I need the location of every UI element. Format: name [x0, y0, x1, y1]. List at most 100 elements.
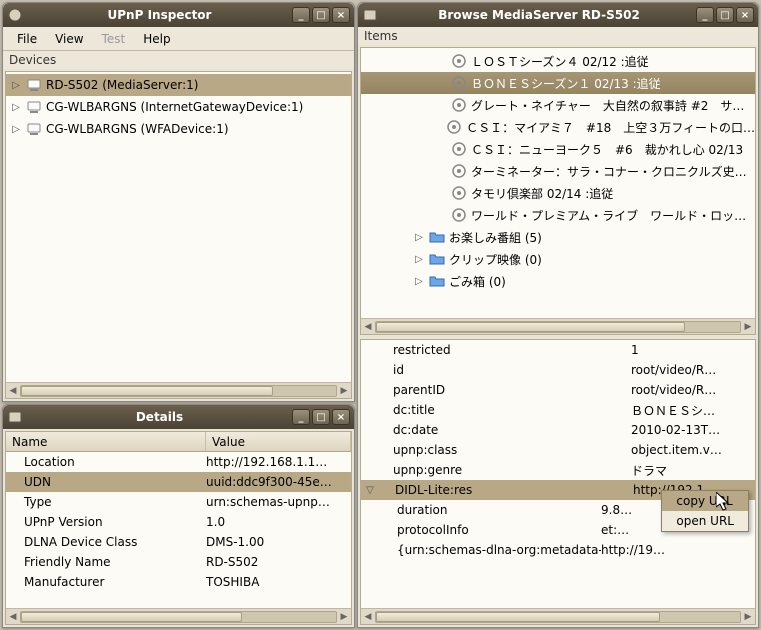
- close-button[interactable]: ×: [332, 7, 350, 23]
- folder-icon: [429, 251, 445, 267]
- context-open-url[interactable]: open URL: [662, 511, 748, 531]
- item-label: グレート・ネイチャー 大自然の叙事詩 #2 サ…: [471, 97, 744, 114]
- props-hscroll[interactable]: ◀ ▶: [361, 608, 755, 624]
- device-row[interactable]: ▷ CG-WLBARGNS (WFADevice:1): [6, 118, 351, 140]
- devices-tree[interactable]: ▷RD-S502 (MediaServer:1)▷CG-WLBARGNS (In…: [5, 71, 352, 399]
- item-row[interactable]: ＣＳＩ：ニューヨーク５ #6 裁かれし心 02/13: [361, 138, 755, 160]
- details-value: urn:schemas-upnp…: [206, 495, 330, 509]
- property-value: root/video/R…: [631, 363, 716, 377]
- item-label: ＣＳＩ：ニューヨーク５ #6 裁かれし心 02/13: [471, 141, 743, 158]
- devices-hscroll[interactable]: ◀ ▶: [6, 382, 351, 398]
- details-value: http://192.168.1.1…: [206, 455, 327, 469]
- item-label: ＢＯＮＥＳシーズン１ 02/13 :追従: [471, 75, 661, 92]
- device-label: CG-WLBARGNS (InternetGatewayDevice:1): [46, 100, 303, 114]
- item-row[interactable]: ＣＳＩ：マイアミ７ #18 上空３万フィートの口…: [361, 116, 755, 138]
- details-row[interactable]: UPnP Version1.0: [6, 512, 351, 532]
- details-key: Type: [6, 495, 206, 509]
- scroll-left-icon[interactable]: ◀: [361, 610, 375, 624]
- property-row[interactable]: parentIDroot/video/R…: [361, 380, 755, 400]
- inspector-title: UPnP Inspector: [27, 8, 292, 22]
- expander-icon[interactable]: ▷: [413, 254, 425, 265]
- item-label: ターミネーター：サラ・コナー・クロニクルズ史…: [471, 163, 747, 180]
- close-button[interactable]: ×: [736, 7, 754, 23]
- item-row[interactable]: ターミネーター：サラ・コナー・クロニクルズ史…: [361, 160, 755, 182]
- details-value: RD-S502: [206, 555, 258, 569]
- details-row[interactable]: Friendly NameRD-S502: [6, 552, 351, 572]
- property-row[interactable]: {urn:schemas-dlna-org:metadata-1-0/}ifoF…: [361, 540, 755, 560]
- browse-title: Browse MediaServer RD-S502: [382, 8, 696, 22]
- device-row[interactable]: ▷ CG-WLBARGNS (InternetGatewayDevice:1): [6, 96, 351, 118]
- details-titlebar[interactable]: Details _ □ ×: [3, 405, 354, 429]
- maximize-button[interactable]: □: [716, 7, 734, 23]
- property-row[interactable]: upnp:classobject.item.v…: [361, 440, 755, 460]
- scroll-right-icon[interactable]: ▶: [337, 384, 351, 398]
- menu-view[interactable]: View: [47, 30, 91, 48]
- expander-icon[interactable]: ▷: [10, 102, 22, 113]
- folder-row[interactable]: ▷クリップ映像 (0): [361, 248, 755, 270]
- expander-icon[interactable]: ▷: [10, 124, 22, 135]
- details-columns[interactable]: Name Value: [6, 432, 351, 452]
- maximize-button[interactable]: □: [312, 7, 330, 23]
- item-label: ＬＯＳＴシーズン４ 02/12 :追従: [471, 53, 649, 70]
- item-row[interactable]: タモリ倶楽部 02/14 :追従: [361, 182, 755, 204]
- expander-icon[interactable]: ▷: [10, 80, 22, 91]
- maximize-button[interactable]: □: [312, 409, 330, 425]
- menu-test[interactable]: Test: [94, 30, 134, 48]
- details-table[interactable]: Name Value Locationhttp://192.168.1.1…UD…: [5, 431, 352, 625]
- scroll-right-icon[interactable]: ▶: [741, 320, 755, 334]
- item-label: ワールド・プレミアム・ライブ ワールド・ロッ…: [471, 207, 746, 224]
- scroll-left-icon[interactable]: ◀: [6, 610, 20, 624]
- property-value: 1: [631, 343, 639, 357]
- minimize-button[interactable]: _: [696, 7, 714, 23]
- property-row[interactable]: dc:titleＢＯＮＥＳシ…: [361, 400, 755, 420]
- item-row[interactable]: ＬＯＳＴシーズン４ 02/12 :追従: [361, 50, 755, 72]
- details-value: uuid:ddc9f300-45e…: [206, 475, 332, 489]
- property-row[interactable]: idroot/video/R…: [361, 360, 755, 380]
- item-row[interactable]: グレート・ネイチャー 大自然の叙事詩 #2 サ…: [361, 94, 755, 116]
- details-row[interactable]: ManufacturerTOSHIBA: [6, 572, 351, 592]
- folder-row[interactable]: ▷お楽しみ番組 (5): [361, 226, 755, 248]
- property-value: root/video/R…: [631, 383, 716, 397]
- property-row[interactable]: restricted1: [361, 340, 755, 360]
- details-row[interactable]: DLNA Device ClassDMS-1.00: [6, 532, 351, 552]
- property-row[interactable]: upnp:genreドラマ: [361, 460, 755, 480]
- property-value: et:…: [601, 523, 629, 537]
- property-row[interactable]: dc:date2010-02-13T…: [361, 420, 755, 440]
- scroll-left-icon[interactable]: ◀: [6, 384, 20, 398]
- details-window: Details _ □ × Name Value Locationhttp://…: [2, 404, 355, 628]
- device-label: CG-WLBARGNS (WFADevice:1): [46, 122, 229, 136]
- scroll-left-icon[interactable]: ◀: [361, 320, 375, 334]
- context-menu[interactable]: copy URL open URL: [661, 490, 749, 532]
- close-button[interactable]: ×: [332, 409, 350, 425]
- items-label: Items: [358, 27, 758, 45]
- browse-titlebar[interactable]: Browse MediaServer RD-S502 _ □ ×: [358, 3, 758, 27]
- property-value: 9.8…: [601, 503, 632, 517]
- details-row[interactable]: UDNuuid:ddc9f300-45e…: [6, 472, 351, 492]
- expander-icon[interactable]: ▷: [413, 276, 425, 287]
- item-row[interactable]: ＢＯＮＥＳシーズン１ 02/13 :追従: [361, 72, 755, 94]
- scroll-right-icon[interactable]: ▶: [337, 610, 351, 624]
- details-key: UDN: [6, 475, 206, 489]
- items-tree[interactable]: ＬＯＳＴシーズン４ 02/12 :追従 ＢＯＮＥＳシーズン１ 02/13 :追従グ…: [360, 47, 756, 335]
- item-row[interactable]: ワールド・プレミアム・ライブ ワールド・ロッ…: [361, 204, 755, 226]
- device-row[interactable]: ▷RD-S502 (MediaServer:1): [6, 74, 351, 96]
- device-icon: [26, 99, 42, 115]
- details-row[interactable]: Locationhttp://192.168.1.1…: [6, 452, 351, 472]
- col-name[interactable]: Name: [6, 432, 206, 451]
- minimize-button[interactable]: _: [292, 7, 310, 23]
- menu-help[interactable]: Help: [135, 30, 178, 48]
- expander-icon[interactable]: ▽: [363, 485, 377, 496]
- scroll-right-icon[interactable]: ▶: [741, 610, 755, 624]
- minimize-button[interactable]: _: [292, 409, 310, 425]
- context-copy-url[interactable]: copy URL: [662, 491, 748, 511]
- inspector-titlebar[interactable]: UPnP Inspector _ □ ×: [3, 3, 354, 27]
- properties-table[interactable]: restricted1idroot/video/R…parentIDroot/v…: [360, 339, 756, 625]
- expander-icon[interactable]: ▷: [413, 232, 425, 243]
- device-icon: [26, 77, 42, 93]
- menu-file[interactable]: File: [9, 30, 45, 48]
- col-value[interactable]: Value: [206, 432, 351, 451]
- items-hscroll[interactable]: ◀ ▶: [361, 318, 755, 334]
- details-row[interactable]: Typeurn:schemas-upnp…: [6, 492, 351, 512]
- folder-row[interactable]: ▷ごみ箱 (0): [361, 270, 755, 292]
- details-hscroll[interactable]: ◀ ▶: [6, 608, 351, 624]
